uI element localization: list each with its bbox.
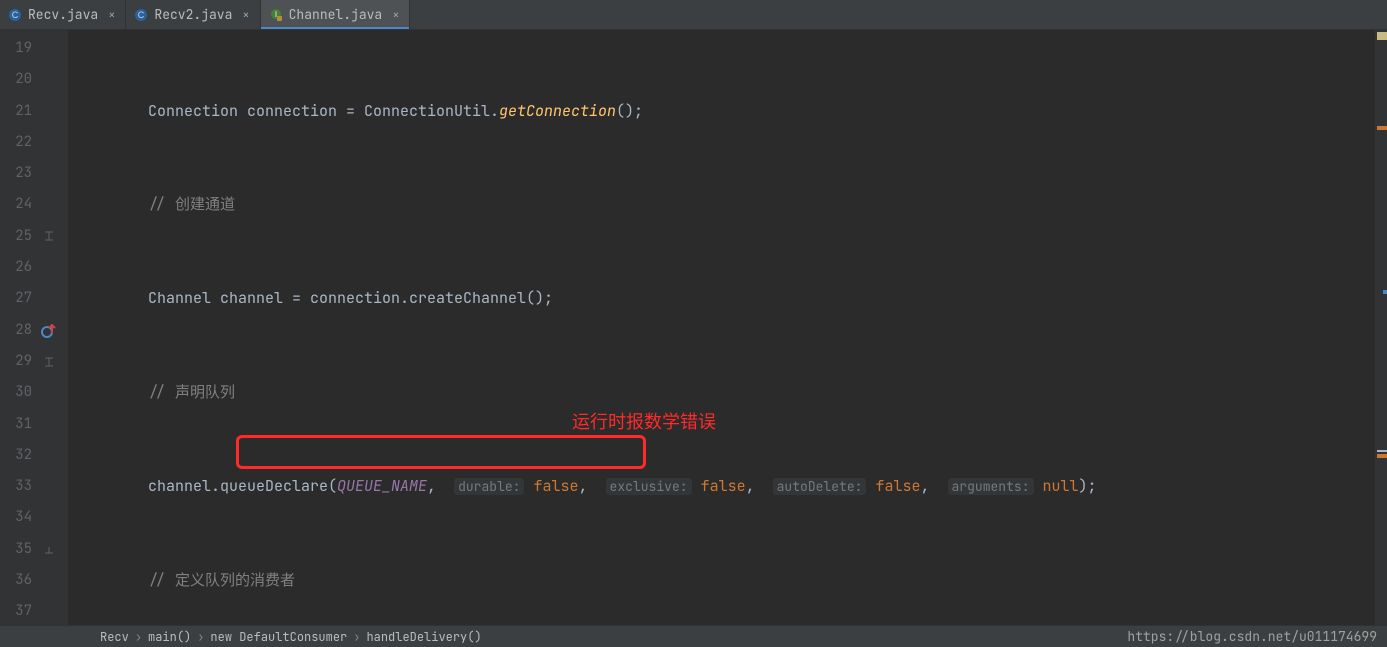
inspection-summary-icon[interactable] <box>1377 32 1387 40</box>
fold-end-icon[interactable] <box>44 534 54 565</box>
chevron-right-icon: › <box>197 629 204 645</box>
class-icon: C <box>134 8 148 22</box>
annotation-label: 运行时报数学错误 <box>572 407 716 438</box>
tab-label: Recv.java <box>28 6 98 23</box>
fold-region-icon[interactable] <box>44 346 54 377</box>
breadcrumb-item[interactable]: handleDelivery() <box>366 629 481 645</box>
editor-tab-bar: C Recv.java × C Recv2.java × I Channel.j… <box>0 0 1387 30</box>
tab-channel-java[interactable]: I Channel.java × <box>261 0 411 29</box>
chevron-right-icon: › <box>135 629 142 645</box>
svg-text:I: I <box>275 10 277 19</box>
class-icon: C <box>8 8 22 22</box>
watermark-text: https://blog.csdn.net/u011174699 <box>1127 628 1377 645</box>
parameter-hint: durable: <box>454 478 524 495</box>
marker-warning[interactable] <box>1377 454 1387 458</box>
close-icon[interactable]: × <box>108 7 115 23</box>
tab-label: Recv2.java <box>154 6 232 23</box>
breadcrumb-item[interactable]: main() <box>148 629 191 645</box>
tab-recv2-java[interactable]: C Recv2.java × <box>126 0 260 29</box>
line-number-gutter: 1920212223 2425262728 2930313233 3435363… <box>0 30 38 625</box>
close-icon[interactable]: × <box>392 7 399 23</box>
annotation-box <box>236 435 646 469</box>
marker-caret <box>1377 450 1387 452</box>
breadcrumb-bar: Recv › main() › new DefaultConsumer › ha… <box>0 625 1387 647</box>
tab-recv-java[interactable]: C Recv.java × <box>0 0 126 29</box>
fold-region-icon[interactable] <box>44 221 54 252</box>
close-icon[interactable]: × <box>242 7 249 23</box>
parameter-hint: exclusive: <box>606 478 692 495</box>
code-content[interactable]: Connection connection = ConnectionUtil.g… <box>68 30 1387 625</box>
marker-warning[interactable] <box>1377 126 1387 130</box>
gutter-icons <box>38 30 68 625</box>
svg-text:C: C <box>138 10 145 20</box>
marker-change[interactable] <box>1383 290 1387 294</box>
override-marker-icon[interactable] <box>41 315 57 346</box>
locked-class-icon: I <box>269 8 283 22</box>
parameter-hint: arguments: <box>948 478 1034 495</box>
svg-text:C: C <box>12 10 19 20</box>
breadcrumb-item[interactable]: new DefaultConsumer <box>210 629 347 645</box>
breadcrumb-item[interactable]: Recv <box>100 629 129 645</box>
editor-marker-strip[interactable] <box>1375 30 1387 625</box>
editor-area[interactable]: 1920212223 2425262728 2930313233 3435363… <box>0 30 1387 625</box>
chevron-right-icon: › <box>353 629 360 645</box>
parameter-hint: autoDelete: <box>773 478 867 495</box>
tab-label: Channel.java <box>289 6 383 23</box>
